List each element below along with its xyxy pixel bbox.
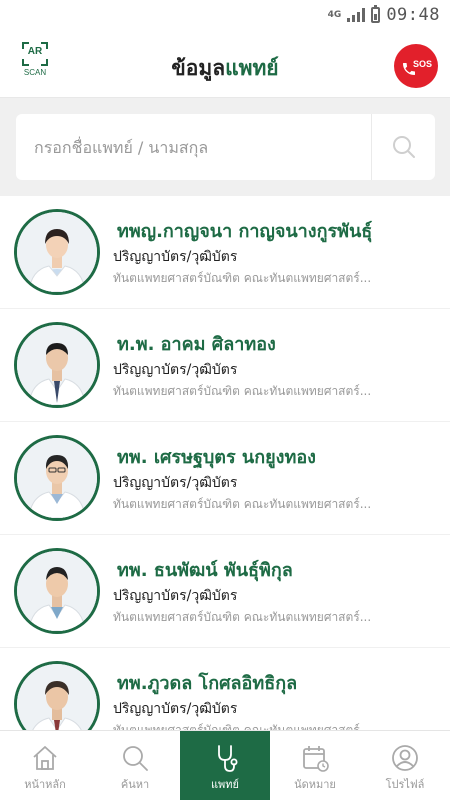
nav-doctor[interactable]: แพทย์	[180, 731, 270, 800]
page-title-part2: แพทย์	[225, 56, 279, 80]
doctor-degree-label: ปริญญาบัตร/วุฒิบัตร	[113, 249, 238, 265]
status-indicators: 4G 09:48	[328, 5, 440, 25]
doctor-degree-label: ปริญญาบัตร/วุฒิบัตร	[113, 362, 238, 378]
doctor-photo	[14, 209, 100, 295]
page-title-part1: ข้อมูล	[171, 56, 226, 80]
doctor-education: ทันตแพทยศาสตร์บัณฑิต คณะทันตแพทยศาสตร์..…	[113, 610, 372, 624]
signal-icon	[347, 8, 366, 22]
network-type: 4G	[327, 9, 342, 20]
doctor-education: ทันตแพทยศาสตร์บัณฑิต คณะทันตแพทยศาสตร์..…	[113, 384, 372, 398]
doctor-search-input[interactable]	[16, 114, 371, 180]
doctor-card[interactable]: ทพ.ภูวดล โกศลอิทธิกุล ปริญญาบัตร/วุฒิบัต…	[0, 648, 450, 730]
home-icon	[33, 746, 57, 770]
search-bar	[16, 114, 435, 180]
doctor-card[interactable]: ท.พ. อาคม ศิลาทอง ปริญญาบัตร/วุฒิบัตร ทั…	[0, 309, 450, 421]
nav-doctor-label: แพทย์	[210, 778, 240, 791]
page-title: ข้อมูลแพทย์	[0, 52, 450, 85]
battery-icon	[371, 5, 381, 23]
doctor-name: ทพ. เศรษฐบุตร นกยูงทอง	[117, 447, 316, 468]
status-bar: 4G 09:48	[0, 0, 450, 32]
nav-appointment[interactable]: นัดหมาย	[270, 731, 360, 800]
status-time: 09:48	[386, 5, 440, 25]
sos-button[interactable]: SOS	[394, 44, 438, 88]
doctor-card[interactable]: ทพญ.กาญจนา กาญจนางกูรพันธุ์ ปริญญาบัตร/ว…	[0, 196, 450, 308]
doctor-name: ทพ.ภูวดล โกศลอิทธิกุล	[117, 673, 298, 694]
nav-profile-label: โปรไฟล์	[385, 778, 425, 791]
nav-profile[interactable]: โปรไฟล์	[360, 731, 450, 800]
doctor-photo	[14, 548, 100, 634]
doctor-education: ทันตแพทยศาสตร์บัณฑิต คณะทันตแพทยศาสตร์..…	[113, 497, 372, 511]
doctor-card[interactable]: ทพ. ธนพัฒน์ พันธุ์พิกุล ปริญญาบัตร/วุฒิบ…	[0, 535, 450, 647]
sos-label: SOS	[412, 59, 432, 69]
doctor-education: ทันตแพทยศาสตร์บัณฑิต คณะทันตแพทยศาสตร์..…	[113, 723, 372, 730]
calendar-icon	[303, 746, 329, 772]
nav-search-label: ค้นหา	[120, 778, 150, 791]
doctor-education: ทันตแพทยศาสตร์บัณฑิต คณะทันตแพทยศาสตร์..…	[113, 271, 372, 285]
nav-search[interactable]: ค้นหา	[90, 731, 180, 800]
doctor-card[interactable]: ทพ. เศรษฐบุตร นกยูงทอง ปริญญาบัตร/วุฒิบั…	[0, 422, 450, 534]
doctor-name: ท.พ. อาคม ศิลาทอง	[117, 334, 276, 355]
doctor-name: ทพ. ธนพัฒน์ พันธุ์พิกุล	[117, 560, 293, 581]
doctor-list: ทพญ.กาญจนา กาญจนางกูรพันธุ์ ปริญญาบัตร/ว…	[0, 196, 450, 730]
nav-home-label: หน้าหลัก	[24, 778, 66, 791]
bottom-nav: หน้าหลัก ค้นหา แพทย์ นัดหมาย โปรไฟล์	[0, 730, 450, 800]
search-icon	[123, 746, 148, 771]
doctor-photo	[14, 661, 100, 730]
search-icon	[392, 136, 415, 158]
nav-home[interactable]: หน้าหลัก	[0, 731, 90, 800]
app-header: AR SCAN ข้อมูลแพทย์ SOS	[0, 32, 450, 98]
profile-icon	[392, 745, 418, 771]
doctor-photo	[14, 435, 100, 521]
doctor-name: ทพญ.กาญจนา กาญจนางกูรพันธุ์	[117, 221, 373, 242]
doctor-degree-label: ปริญญาบัตร/วุฒิบัตร	[113, 475, 238, 491]
stethoscope-icon	[218, 745, 238, 772]
nav-appointment-label: นัดหมาย	[294, 778, 336, 791]
doctor-photo	[14, 322, 100, 408]
doctor-degree-label: ปริญญาบัตร/วุฒิบัตร	[113, 588, 238, 604]
doctor-degree-label: ปริญญาบัตร/วุฒิบัตร	[113, 701, 238, 717]
search-button[interactable]	[371, 114, 435, 180]
